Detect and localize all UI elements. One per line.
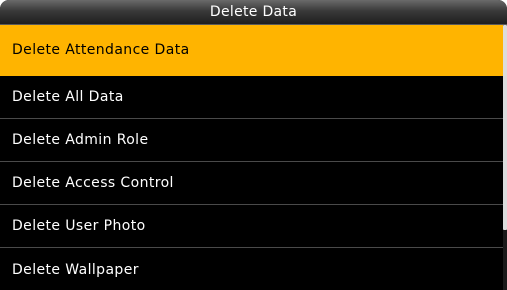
device-screen: Delete Data Delete Attendance Data Delet… (0, 0, 507, 290)
menu-item-delete-access-control[interactable]: Delete Access Control (0, 162, 503, 205)
menu-item-delete-wallpaper[interactable]: Delete Wallpaper (0, 248, 503, 290)
menu-item-delete-attendance-data[interactable]: Delete Attendance Data (0, 25, 503, 76)
title-bar: Delete Data (0, 0, 507, 25)
scrollbar[interactable] (503, 25, 507, 290)
menu-item-label: Delete Access Control (12, 175, 174, 191)
menu-item-label: Delete User Photo (12, 218, 146, 234)
page-title: Delete Data (209, 4, 298, 20)
menu-item-delete-user-photo[interactable]: Delete User Photo (0, 205, 503, 248)
menu-item-delete-admin-role[interactable]: Delete Admin Role (0, 119, 503, 162)
scrollbar-thumb[interactable] (503, 25, 507, 230)
menu-item-delete-all-data[interactable]: Delete All Data (0, 76, 503, 119)
menu-item-label: Delete Admin Role (12, 132, 149, 148)
menu-item-label: Delete Attendance Data (12, 42, 190, 58)
menu-list: Delete Attendance Data Delete All Data D… (0, 25, 503, 290)
menu-item-label: Delete Wallpaper (12, 261, 139, 278)
menu-item-label: Delete All Data (12, 89, 124, 105)
